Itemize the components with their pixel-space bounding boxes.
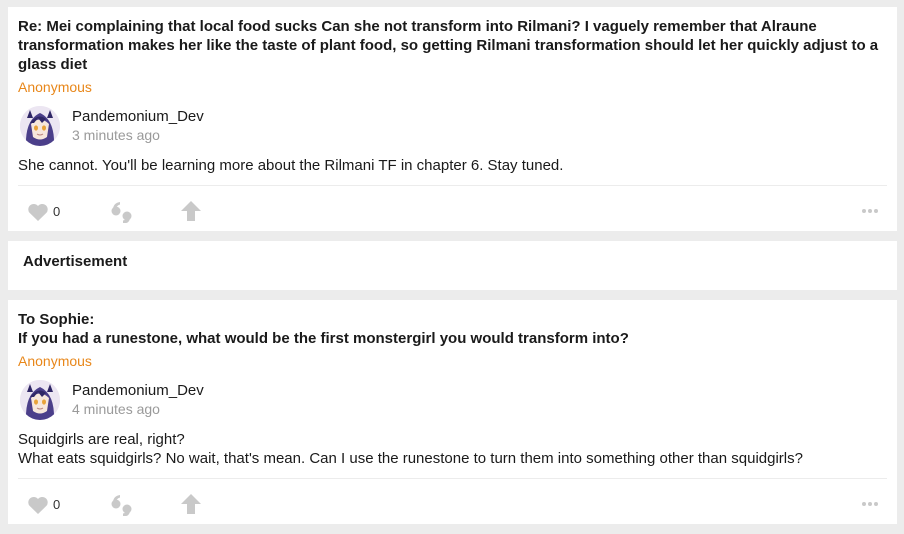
answer-line: Squidgirls are real, right? [18,431,185,448]
divider [18,185,887,186]
heart-icon[interactable] [27,202,49,222]
divider [18,478,887,479]
avatar[interactable] [20,106,60,146]
share-arrow-icon[interactable] [180,493,202,515]
answer-text: She cannot. You'll be learning more abou… [18,156,887,175]
author-name[interactable]: Pandemonium_Dev [72,381,204,400]
like-count: 0 [53,204,61,219]
answer-text: Squidgirls are real, right? What eats sq… [18,430,887,468]
answer-line: What eats squidgirls? No wait, that's me… [18,450,803,467]
answer-line: She cannot. You'll be learning more abou… [18,157,564,174]
author-name[interactable]: Pandemonium_Dev [72,107,204,126]
asker-name[interactable]: Anonymous [18,352,92,370]
post-time: 3 minutes ago [72,127,160,143]
quote-icon[interactable] [109,201,135,223]
asker-name[interactable]: Anonymous [18,78,92,96]
avatar-image [20,380,60,420]
answer-card: To Sophie: If you had a runestone, what … [8,300,897,524]
heart-icon[interactable] [27,495,49,515]
question-line: To Sophie: [18,311,95,328]
post-time: 4 minutes ago [72,401,160,417]
avatar[interactable] [20,380,60,420]
question-line: If you had a runestone, what would be th… [18,330,629,347]
advertisement-label: Advertisement [23,253,128,270]
share-arrow-icon[interactable] [180,200,202,222]
question-text: To Sophie: If you had a runestone, what … [18,310,887,348]
quote-icon[interactable] [109,494,135,516]
avatar-image [20,106,60,146]
advertisement-box: Advertisement [8,241,897,290]
like-count: 0 [53,497,61,512]
question-text: Re: Mei complaining that local food suck… [18,18,879,73]
more-dots-icon[interactable] [861,500,879,508]
answer-card: Re: Mei complaining that local food suck… [8,7,897,231]
more-dots-icon[interactable] [861,207,879,215]
